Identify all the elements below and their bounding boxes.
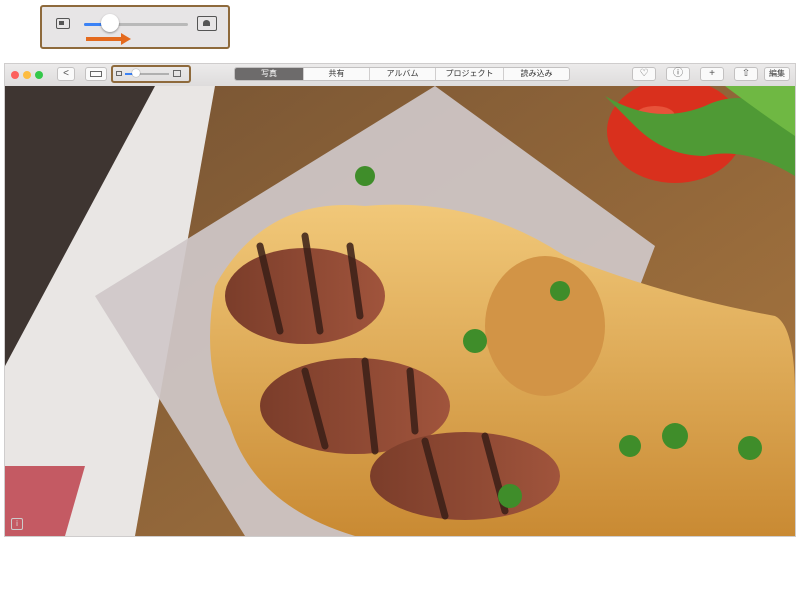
arrow-right-icon [86,33,131,45]
tab-import[interactable]: 読み込み [503,68,569,80]
favorite-button[interactable]: ♡ [632,67,656,81]
small-photo-icon [56,18,70,29]
chevron-left-icon: < [63,68,69,79]
info-corner-icon[interactable]: i [11,518,23,530]
share-button[interactable]: ⇧ [734,67,758,81]
sidebar-toggle-button[interactable] [85,67,107,81]
large-photo-icon [197,16,217,31]
edit-button[interactable]: 編集 [764,67,790,81]
info-icon: ⓘ [673,68,683,79]
photos-window: < 写真 共有 アルバム プロジェクト 読み込み ♡ ⓘ + ⇧ 編集 i [4,63,796,537]
photo-viewer[interactable]: i [5,86,795,536]
maximize-window-button[interactable] [35,71,43,79]
toolbar-zoom-slider[interactable] [111,65,191,83]
sausage-bread-photo [5,86,795,536]
tab-projects[interactable]: プロジェクト [435,68,503,80]
view-tabs: 写真 共有 アルバム プロジェクト 読み込み [234,67,570,81]
minimize-window-button[interactable] [23,71,31,79]
toolbar-zoom-knob[interactable] [132,69,140,77]
tab-albums[interactable]: アルバム [369,68,435,80]
sidebar-icon [90,71,102,77]
close-window-button[interactable] [11,71,19,79]
tab-shared[interactable]: 共有 [303,68,369,80]
large-photo-icon [173,70,181,77]
tab-photos[interactable]: 写真 [235,68,303,80]
plus-icon: + [709,68,715,79]
info-button[interactable]: ⓘ [666,67,690,81]
small-photo-icon [116,71,122,76]
add-button[interactable]: + [700,67,724,81]
back-button[interactable]: < [57,67,75,81]
toolbar: < 写真 共有 アルバム プロジェクト 読み込み ♡ ⓘ + ⇧ 編集 [5,64,795,87]
heart-icon: ♡ [639,68,649,79]
zoom-slider-callout [40,5,230,49]
share-icon: ⇧ [741,68,751,79]
zoom-slider-track[interactable] [84,23,188,26]
zoom-slider-knob[interactable] [101,14,119,32]
